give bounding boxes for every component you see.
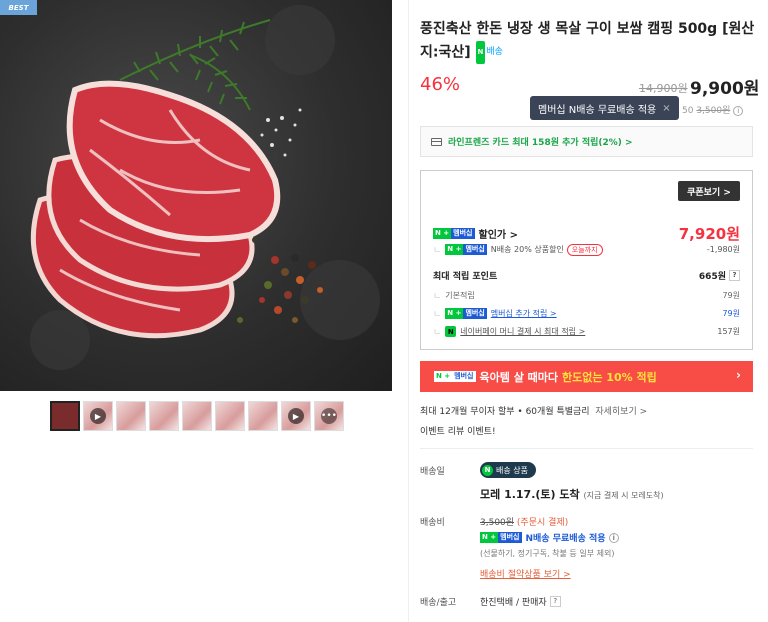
thumbnail-strip: ▶ ▶ ••• bbox=[50, 401, 344, 431]
thumbnail-video-1[interactable]: ▶ bbox=[83, 401, 113, 431]
arrival-sub: (지금 결제 시 모레도착) bbox=[583, 491, 664, 500]
member-free-shipping: N + 멤버십 N배송 무료배송 적용 i bbox=[480, 531, 619, 544]
npay-points-value: 157원 bbox=[717, 327, 740, 336]
sale-price: 9,900원 bbox=[690, 79, 760, 99]
shipping-saving-link[interactable]: 배송비 절약상품 보기 > bbox=[480, 567, 571, 580]
shipping-fee-label: 배송비 bbox=[420, 518, 445, 528]
installment-text: 최대 12개월 무이자 할부 • 60개월 특별금리 bbox=[420, 407, 590, 417]
n-membership-badge: N + 멤버십 bbox=[445, 244, 487, 255]
event-info[interactable]: 이벤트 리뷰 이벤트! bbox=[420, 424, 496, 437]
thumbnail-6[interactable] bbox=[215, 401, 245, 431]
more-icon: ••• bbox=[321, 408, 337, 424]
promo-banner[interactable]: N + 멤버십 육아템 살 때마다 한도없는 10% 적립 › bbox=[420, 361, 753, 392]
membership-tooltip: 멤버십 N배송 무료배송 적용 × bbox=[530, 96, 679, 120]
nship-discount-row: ㄴ N + 멤버십 N배송 20% 상품할인 오늘까지 -1,980원 bbox=[433, 243, 740, 256]
member-free-text: N배송 무료배송 적용 bbox=[525, 534, 606, 544]
basic-points-value: 79원 bbox=[722, 291, 740, 300]
thumbnail-more[interactable]: ••• bbox=[314, 401, 344, 431]
thumbnail-5[interactable] bbox=[182, 401, 212, 431]
card-benefit-text: 라인프렌즈 카드 최대 158원 추가 적립(2%) > bbox=[448, 138, 633, 148]
meat-illustration bbox=[30, 5, 380, 370]
promo-highlight: 한도없는 10% 적립 bbox=[562, 370, 657, 384]
member-points-link[interactable]: 멤버십 추가 적립 > bbox=[491, 308, 557, 319]
n-membership-badge: N + 멤버십 bbox=[480, 532, 522, 543]
discount-rate: 46% bbox=[420, 74, 461, 95]
section-divider bbox=[420, 448, 753, 449]
today-only-tag: 오늘까지 bbox=[566, 243, 603, 256]
installment-info: 최대 12개월 무이자 할부 • 60개월 특별금리 자세히보기 > bbox=[420, 404, 647, 417]
max-points-value: 665원 bbox=[698, 272, 726, 282]
delivery-date-label: 배송일 bbox=[420, 467, 445, 477]
max-points-row: 최대 적립 포인트 665원 ? bbox=[433, 269, 740, 282]
discount-price-value: 7,920원 bbox=[678, 225, 740, 243]
info-icon[interactable]: i bbox=[733, 105, 744, 116]
n-delivery-chip-label: 배송 상품 bbox=[496, 465, 528, 475]
play-icon: ▶ bbox=[288, 408, 304, 424]
discount-price-row: N + 멤버십 할인가 > 7,920원 bbox=[433, 223, 740, 244]
member-free-note: (선물하기, 정기구독, 착불 등 일부 제외) bbox=[480, 549, 615, 558]
product-main-image[interactable]: BEST bbox=[0, 0, 392, 391]
thumbnail-4[interactable] bbox=[149, 401, 179, 431]
member-points-value: 79원 bbox=[722, 309, 740, 318]
original-price: 14,900원 bbox=[639, 82, 688, 95]
n-membership-badge: N + 멤버십 bbox=[434, 371, 476, 382]
npay-delivery-chip: N 배송 bbox=[475, 41, 503, 64]
close-icon[interactable]: × bbox=[662, 103, 670, 114]
info-icon[interactable]: i bbox=[608, 532, 619, 543]
arrival-date: 모레 1.17.(토) 도착 (지금 결제 시 모레도착) bbox=[480, 486, 664, 502]
shipping-fee-strike: 3,500원 bbox=[696, 106, 731, 116]
basic-points-label: 기본적립 bbox=[445, 291, 475, 300]
nship-discount-value: -1,980원 bbox=[706, 245, 740, 254]
shipping-fee-note: (주문시 결제) bbox=[516, 518, 569, 528]
credit-card-icon bbox=[431, 137, 442, 146]
discount-price-label[interactable]: 할인가 > bbox=[479, 226, 518, 241]
shipping-fee-line: 50 3,500원 i bbox=[682, 103, 744, 116]
arrival-text: 모레 1.17.(토) 도착 bbox=[480, 488, 580, 501]
max-points-label: 최대 적립 포인트 bbox=[433, 272, 498, 282]
shipping-fee: 3,500원 (주문시 결제) bbox=[480, 515, 568, 528]
help-icon[interactable]: ? bbox=[549, 596, 561, 607]
member-points-row: ㄴ N + 멤버십 멤버십 추가 적립 > 79원 bbox=[433, 308, 740, 320]
thumbnail-1[interactable] bbox=[50, 401, 80, 431]
basic-points-row: ㄴ 기본적립 79원 bbox=[433, 291, 740, 302]
best-badge: BEST bbox=[0, 0, 37, 15]
points-box: 쿠폰보기 > N + 멤버십 할인가 > 7,920원 ㄴ N + 멤버십 N배송 … bbox=[420, 170, 753, 350]
promo-text: 육아템 살 때마다 bbox=[479, 370, 559, 384]
product-title: 풍진축산 한돈 냉장 생 목살 구이 보쌈 캠핑 500g [원산지:국산] N… bbox=[420, 18, 755, 65]
product-info-panel: 풍진축산 한돈 냉장 생 목살 구이 보쌈 캠핑 500g [원산지:국산] N… bbox=[420, 0, 768, 622]
npay-chip-label: 배송 bbox=[486, 47, 503, 57]
nship-discount-label: N배송 20% 상품할인 bbox=[490, 245, 564, 254]
thumbnail-7[interactable] bbox=[248, 401, 278, 431]
shipping-fee-original: 3,500원 bbox=[480, 518, 515, 528]
npay-points-row: ㄴ N 네이버페이 머니 결제 시 최대 적립 > 157원 bbox=[433, 326, 740, 338]
card-benefit-box[interactable]: 라인프렌즈 카드 최대 158원 추가 적립(2%) > bbox=[420, 126, 753, 157]
shipping-company-label: 배송/출고 bbox=[420, 598, 457, 608]
shipping-fee-prefix: 50 bbox=[682, 106, 694, 116]
shipping-company: 한진택배 / 판매자 ? bbox=[480, 595, 561, 608]
npay-points-link[interactable]: 네이버페이 머니 결제 시 최대 적립 > bbox=[460, 326, 585, 337]
n-delivery-chip: N 배송 상품 bbox=[480, 462, 536, 478]
n-icon: N bbox=[482, 464, 493, 476]
help-icon[interactable]: ? bbox=[729, 270, 740, 281]
product-title-text: 풍진축산 한돈 냉장 생 목살 구이 보쌈 캠핑 500g [원산지:국산] bbox=[420, 21, 755, 61]
shipping-company-text: 한진택배 / 판매자 bbox=[480, 598, 547, 608]
n-membership-badge: N + 멤버십 bbox=[445, 308, 487, 319]
installment-detail-link[interactable]: 자세히보기 > bbox=[595, 407, 647, 417]
thumbnail-3[interactable] bbox=[116, 401, 146, 431]
tooltip-text: 멤버십 N배송 무료배송 적용 bbox=[538, 104, 657, 116]
coupon-button[interactable]: 쿠폰보기 > bbox=[678, 181, 740, 201]
thumbnail-video-2[interactable]: ▶ bbox=[281, 401, 311, 431]
play-icon: ▶ bbox=[90, 408, 106, 424]
naver-pay-icon: N bbox=[445, 326, 457, 337]
chevron-right-icon: › bbox=[736, 368, 741, 382]
n-membership-badge: N + 멤버십 bbox=[433, 228, 475, 239]
column-divider bbox=[408, 0, 409, 622]
